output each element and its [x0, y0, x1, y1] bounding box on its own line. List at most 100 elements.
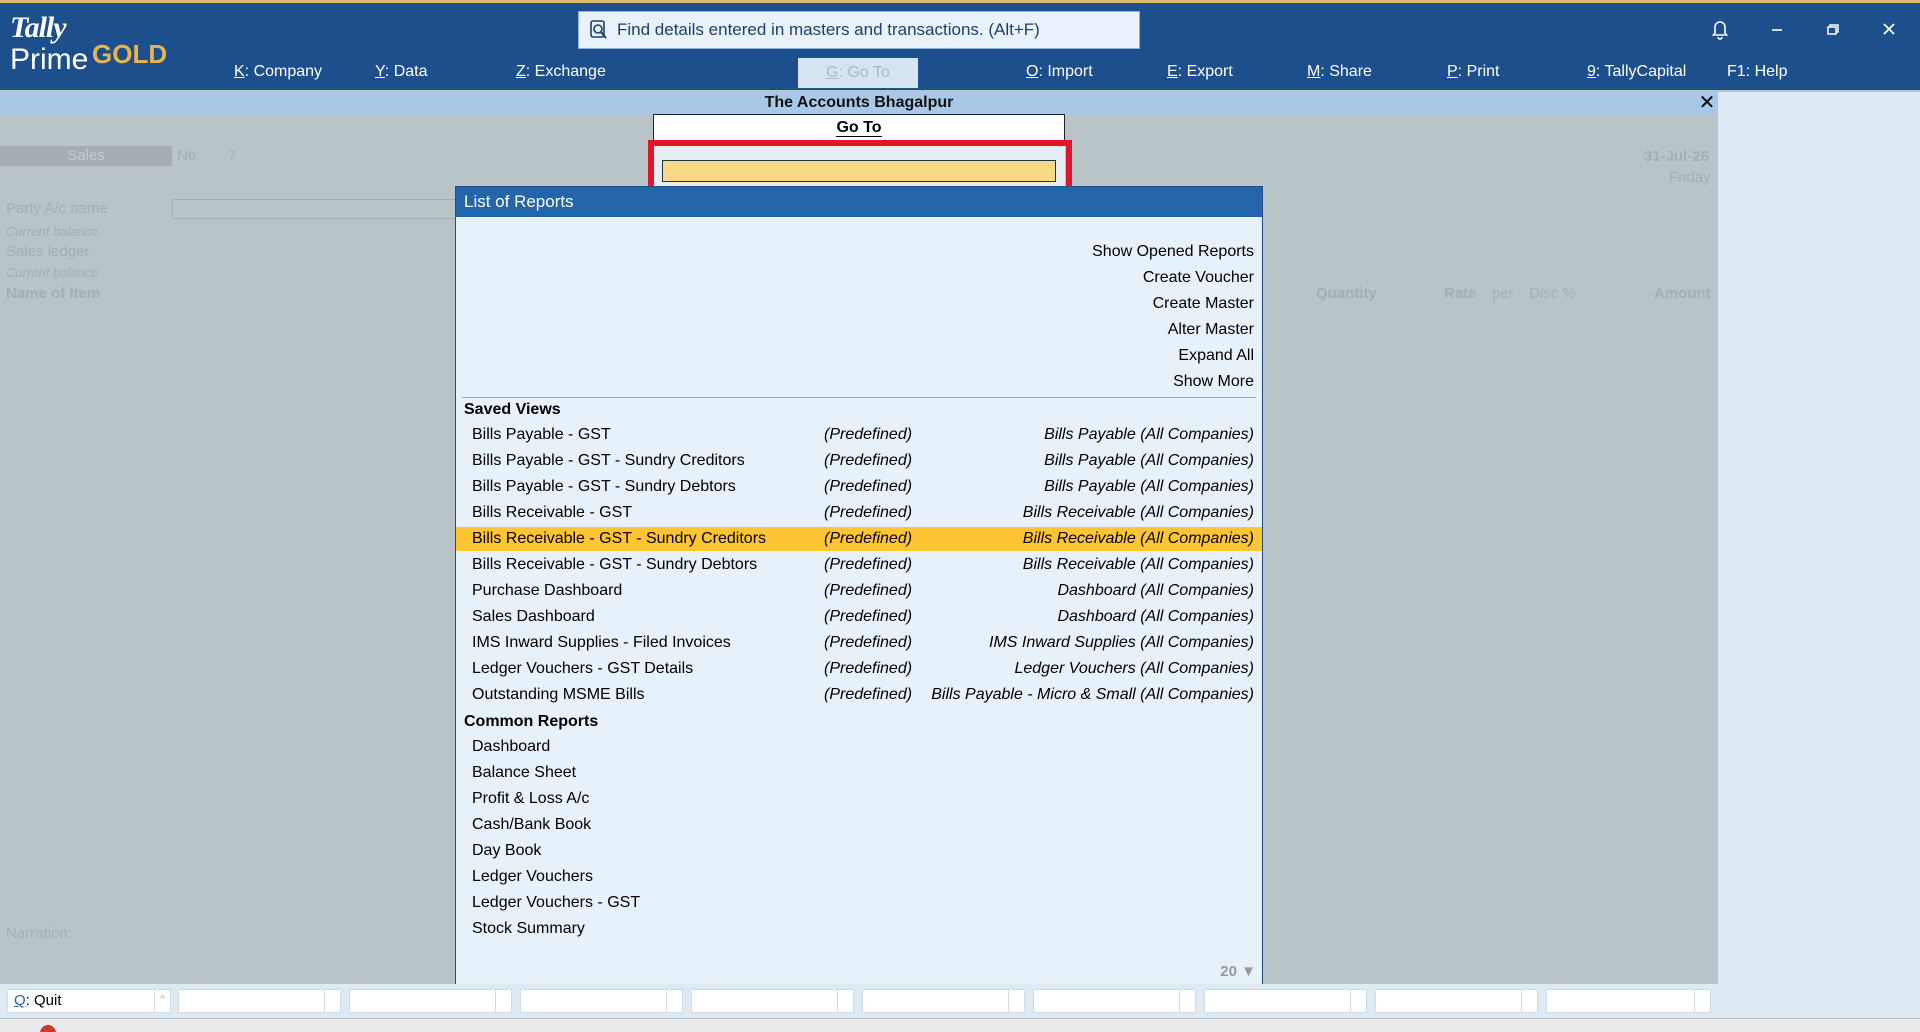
- menu-help[interactable]: F1: Help: [1727, 63, 1787, 81]
- action-show-more[interactable]: Show More: [1173, 373, 1254, 391]
- quantity-column-header: Quantity: [1316, 285, 1377, 302]
- common-report-row[interactable]: Ledger Vouchers: [456, 865, 1262, 889]
- saved-view-report: IMS Inward Supplies (All Companies): [989, 634, 1254, 651]
- common-report-row[interactable]: Day Book: [456, 839, 1262, 863]
- common-report-name: Stock Summary: [472, 920, 585, 937]
- voucher-no-value: 7: [228, 147, 237, 164]
- party-ac-field[interactable]: [172, 199, 472, 219]
- list-of-reports-header: List of Reports: [456, 187, 1262, 217]
- saved-view-row[interactable]: Bills Receivable - GST - Sundry Creditor…: [456, 527, 1262, 551]
- menu-import[interactable]: O: Import: [1026, 63, 1093, 81]
- common-report-row[interactable]: Dashboard: [456, 735, 1262, 759]
- menu-bar: K: Company Y: Data Z: Exchange G: Go To …: [0, 58, 1920, 89]
- menu-export[interactable]: E: Export: [1167, 63, 1233, 81]
- current-balance-label-2: Current balance: [6, 265, 99, 280]
- goto-dialog-title: Go To: [653, 114, 1065, 142]
- restore-icon[interactable]: [1821, 17, 1845, 41]
- party-ac-label: Party A/c name: [6, 200, 108, 217]
- bottom-key-slot-4: [520, 989, 683, 1013]
- bottom-key-slot-7: [1033, 989, 1196, 1013]
- saved-view-type: (Predefined): [824, 530, 913, 547]
- common-report-name: Dashboard: [472, 738, 551, 755]
- action-create-voucher[interactable]: Create Voucher: [1143, 269, 1254, 287]
- voucher-day: Friday: [1669, 169, 1711, 186]
- menu-company[interactable]: K: Company: [234, 63, 322, 81]
- common-report-row[interactable]: Profit & Loss A/c: [456, 787, 1262, 811]
- saved-view-row[interactable]: Bills Receivable - GST - Sundry Debtors (…: [456, 553, 1262, 577]
- common-report-row[interactable]: Stock Summary: [456, 917, 1262, 941]
- saved-view-report: Bills Payable - Micro & Small (All Compa…: [931, 686, 1254, 703]
- disc-column-header: Disc %: [1529, 285, 1576, 302]
- saved-view-report: Bills Receivable (All Companies): [1022, 504, 1254, 521]
- close-icon[interactable]: [1877, 17, 1901, 41]
- menu-data[interactable]: Y: Data: [375, 63, 427, 81]
- bottom-key-slot-2: [178, 989, 341, 1013]
- taskbar-strip: [0, 1018, 1920, 1032]
- amount-column-header: Amount: [1654, 285, 1711, 302]
- saved-view-report: Ledger Vouchers (All Companies): [1014, 660, 1254, 677]
- saved-view-row[interactable]: Bills Receivable - GST (Predefined) Bills …: [456, 501, 1262, 525]
- item-column-header: Name of Item: [6, 285, 101, 302]
- saved-view-row[interactable]: Bills Payable - GST - Sundry Debtors (Pre…: [456, 475, 1262, 499]
- bottom-key-slot-6: [862, 989, 1025, 1013]
- saved-view-report: Bills Receivable (All Companies): [1022, 556, 1254, 573]
- action-create-master[interactable]: Create Master: [1153, 295, 1254, 313]
- saved-view-name: Outstanding MSME Bills: [472, 686, 645, 703]
- action-expand-all[interactable]: Expand All: [1178, 347, 1254, 365]
- minimize-icon[interactable]: [1765, 17, 1789, 41]
- global-search-box[interactable]: Find details entered in masters and tran…: [578, 11, 1140, 49]
- action-show-opened-reports[interactable]: Show Opened Reports: [1092, 243, 1254, 261]
- saved-view-name: Bills Payable - GST - Sundry Creditors: [472, 452, 745, 469]
- quit-button[interactable]: Q: Quit ^: [7, 989, 171, 1013]
- saved-view-name: IMS Inward Supplies - Filed Invoices: [472, 634, 731, 651]
- more-items-indicator[interactable]: 20 ▼: [1220, 963, 1256, 980]
- voucher-type-tag: Sales: [0, 146, 172, 166]
- common-report-name: Ledger Vouchers: [472, 868, 593, 885]
- goto-search-input[interactable]: [662, 160, 1056, 182]
- saved-view-type: (Predefined): [824, 426, 913, 443]
- menu-go-to[interactable]: G: Go To: [798, 58, 918, 88]
- saved-view-name: Sales Dashboard: [472, 608, 595, 625]
- search-placeholder: Find details entered in masters and tran…: [617, 20, 1040, 39]
- saved-view-report: Bills Payable (All Companies): [1044, 452, 1254, 469]
- list-of-reports-panel: List of Reports Show Opened Reports Crea…: [455, 186, 1263, 985]
- saved-view-report: Dashboard (All Companies): [1057, 582, 1254, 599]
- notification-bell-icon[interactable]: [1708, 17, 1732, 41]
- saved-view-type: (Predefined): [824, 556, 913, 573]
- menu-exchange[interactable]: Z: Exchange: [516, 63, 606, 81]
- saved-view-row[interactable]: Sales Dashboard (Predefined) Dashboard (Al…: [456, 605, 1262, 629]
- saved-views-heading: Saved Views: [464, 401, 561, 418]
- saved-view-name: Ledger Vouchers - GST Details: [472, 660, 694, 677]
- logo-tally-text: Tally: [10, 11, 67, 44]
- menu-tallycapital[interactable]: 9: TallyCapital: [1587, 63, 1686, 81]
- current-balance-label: Current balance: [6, 224, 99, 239]
- list-divider: [462, 397, 1256, 398]
- saved-view-row[interactable]: Bills Payable - GST - Sundry Creditors (P…: [456, 449, 1262, 473]
- voucher-date: 31-Jul-26: [1644, 148, 1710, 165]
- bottom-key-slot-3: [349, 989, 512, 1013]
- saved-view-type: (Predefined): [824, 582, 913, 599]
- menu-print[interactable]: P: Print: [1447, 63, 1499, 81]
- saved-view-row[interactable]: Ledger Vouchers - GST Details (Predefined…: [456, 657, 1262, 681]
- bottom-key-slot-10: [1546, 989, 1711, 1013]
- common-report-row[interactable]: Cash/Bank Book: [456, 813, 1262, 837]
- saved-view-type: (Predefined): [824, 634, 913, 651]
- saved-view-type: (Predefined): [824, 660, 913, 677]
- saved-view-row[interactable]: Purchase Dashboard (Predefined) Dashboard …: [456, 579, 1262, 603]
- common-report-row[interactable]: Ledger Vouchers - GST: [456, 891, 1262, 915]
- saved-view-report: Bills Payable (All Companies): [1044, 426, 1254, 443]
- saved-view-name: Bills Payable - GST - Sundry Debtors: [472, 478, 736, 495]
- saved-view-type: (Predefined): [824, 504, 913, 521]
- sales-ledger-label: Sales ledger: [6, 243, 90, 260]
- menu-share[interactable]: M: Share: [1307, 63, 1372, 81]
- action-alter-master[interactable]: Alter Master: [1168, 321, 1254, 339]
- bottom-key-bar: Q: Quit ^: [0, 984, 1718, 1018]
- common-report-row[interactable]: Balance Sheet: [456, 761, 1262, 785]
- saved-view-row[interactable]: Bills Payable - GST (Predefined) Bills Pay…: [456, 423, 1262, 447]
- saved-view-name: Bills Receivable - GST: [472, 504, 633, 521]
- saved-view-row[interactable]: Outstanding MSME Bills (Predefined) Bills …: [456, 683, 1262, 707]
- close-screen-icon[interactable]: ✕: [1696, 92, 1718, 114]
- saved-view-row[interactable]: IMS Inward Supplies - Filed Invoices (Pre…: [456, 631, 1262, 655]
- voucher-no-label: No.: [177, 147, 201, 164]
- saved-view-type: (Predefined): [824, 452, 913, 469]
